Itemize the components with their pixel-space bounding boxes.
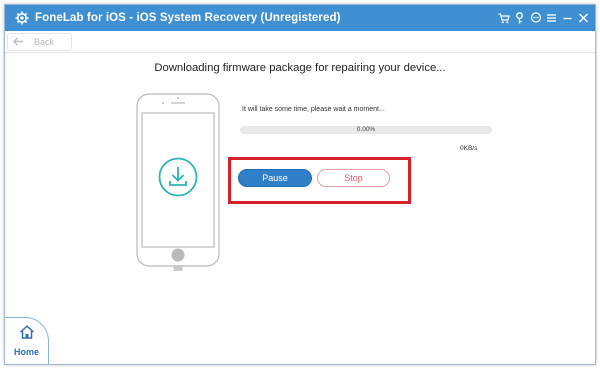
title-bar-controls [496,5,591,31]
pause-button[interactable]: Pause [238,169,312,187]
back-arrow-icon [13,33,24,51]
cart-icon[interactable] [496,10,511,26]
chat-icon[interactable] [528,10,543,26]
download-speed: 0KB/s [460,145,478,152]
navigation-bar: Back [5,31,595,53]
key-icon[interactable] [512,10,527,26]
home-button[interactable]: Home [5,317,49,364]
stop-button[interactable]: Stop [317,169,390,187]
wait-message: It will take some time, please wait a mo… [242,106,385,113]
app-window: FoneLab for iOS - iOS System Recovery (U… [4,4,596,365]
back-label: Back [34,37,55,47]
close-icon[interactable] [576,10,591,26]
page-title: Downloading firmware package for repairi… [154,62,446,74]
progress-percent: 0.00% [356,126,376,133]
download-icon [158,157,198,197]
title-bar: FoneLab for iOS - iOS System Recovery (U… [5,5,595,31]
back-button[interactable]: Back [7,33,72,51]
home-label: Home [13,347,39,357]
home-icon [19,325,35,344]
gear-icon [15,11,29,25]
minimize-icon[interactable] [560,10,575,26]
window-title: FoneLab for iOS - iOS System Recovery (U… [35,12,341,24]
menu-icon[interactable] [544,10,559,26]
